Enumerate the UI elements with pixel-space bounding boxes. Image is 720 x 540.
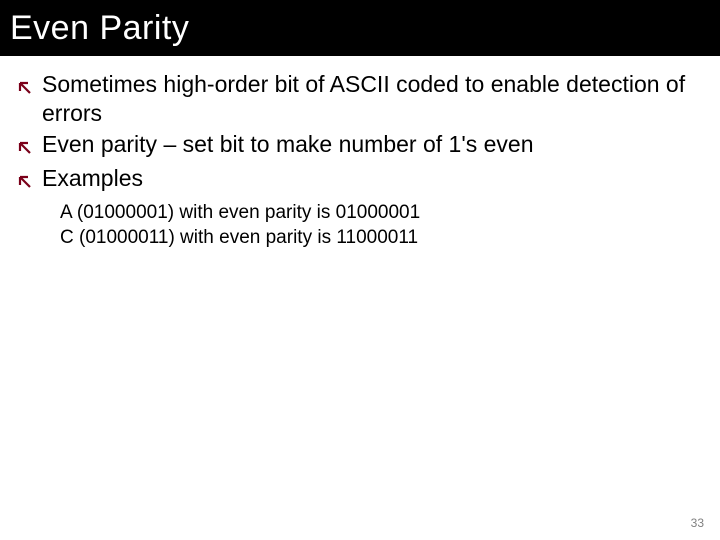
bullet-item: Even parity – set bit to make number of … — [18, 130, 700, 162]
bullet-text: Even parity – set bit to make number of … — [42, 130, 533, 159]
example-list: A (01000001) with even parity is 0100000… — [18, 200, 700, 251]
example-item: C (01000011) with even parity is 1100001… — [60, 225, 700, 251]
bullet-item: Examples — [18, 164, 700, 196]
bullet-text: Examples — [42, 164, 143, 193]
bullet-text: Sometimes high-order bit of ASCII coded … — [42, 70, 700, 128]
arrow-up-left-icon — [18, 168, 36, 196]
slide-content: Sometimes high-order bit of ASCII coded … — [0, 56, 720, 251]
arrow-up-left-icon — [18, 74, 36, 102]
page-title: Even Parity — [10, 9, 189, 48]
bullet-item: Sometimes high-order bit of ASCII coded … — [18, 70, 700, 128]
title-bar: Even Parity — [0, 0, 720, 56]
example-item: A (01000001) with even parity is 0100000… — [60, 200, 700, 226]
arrow-up-left-icon — [18, 134, 36, 162]
page-number: 33 — [691, 516, 704, 530]
